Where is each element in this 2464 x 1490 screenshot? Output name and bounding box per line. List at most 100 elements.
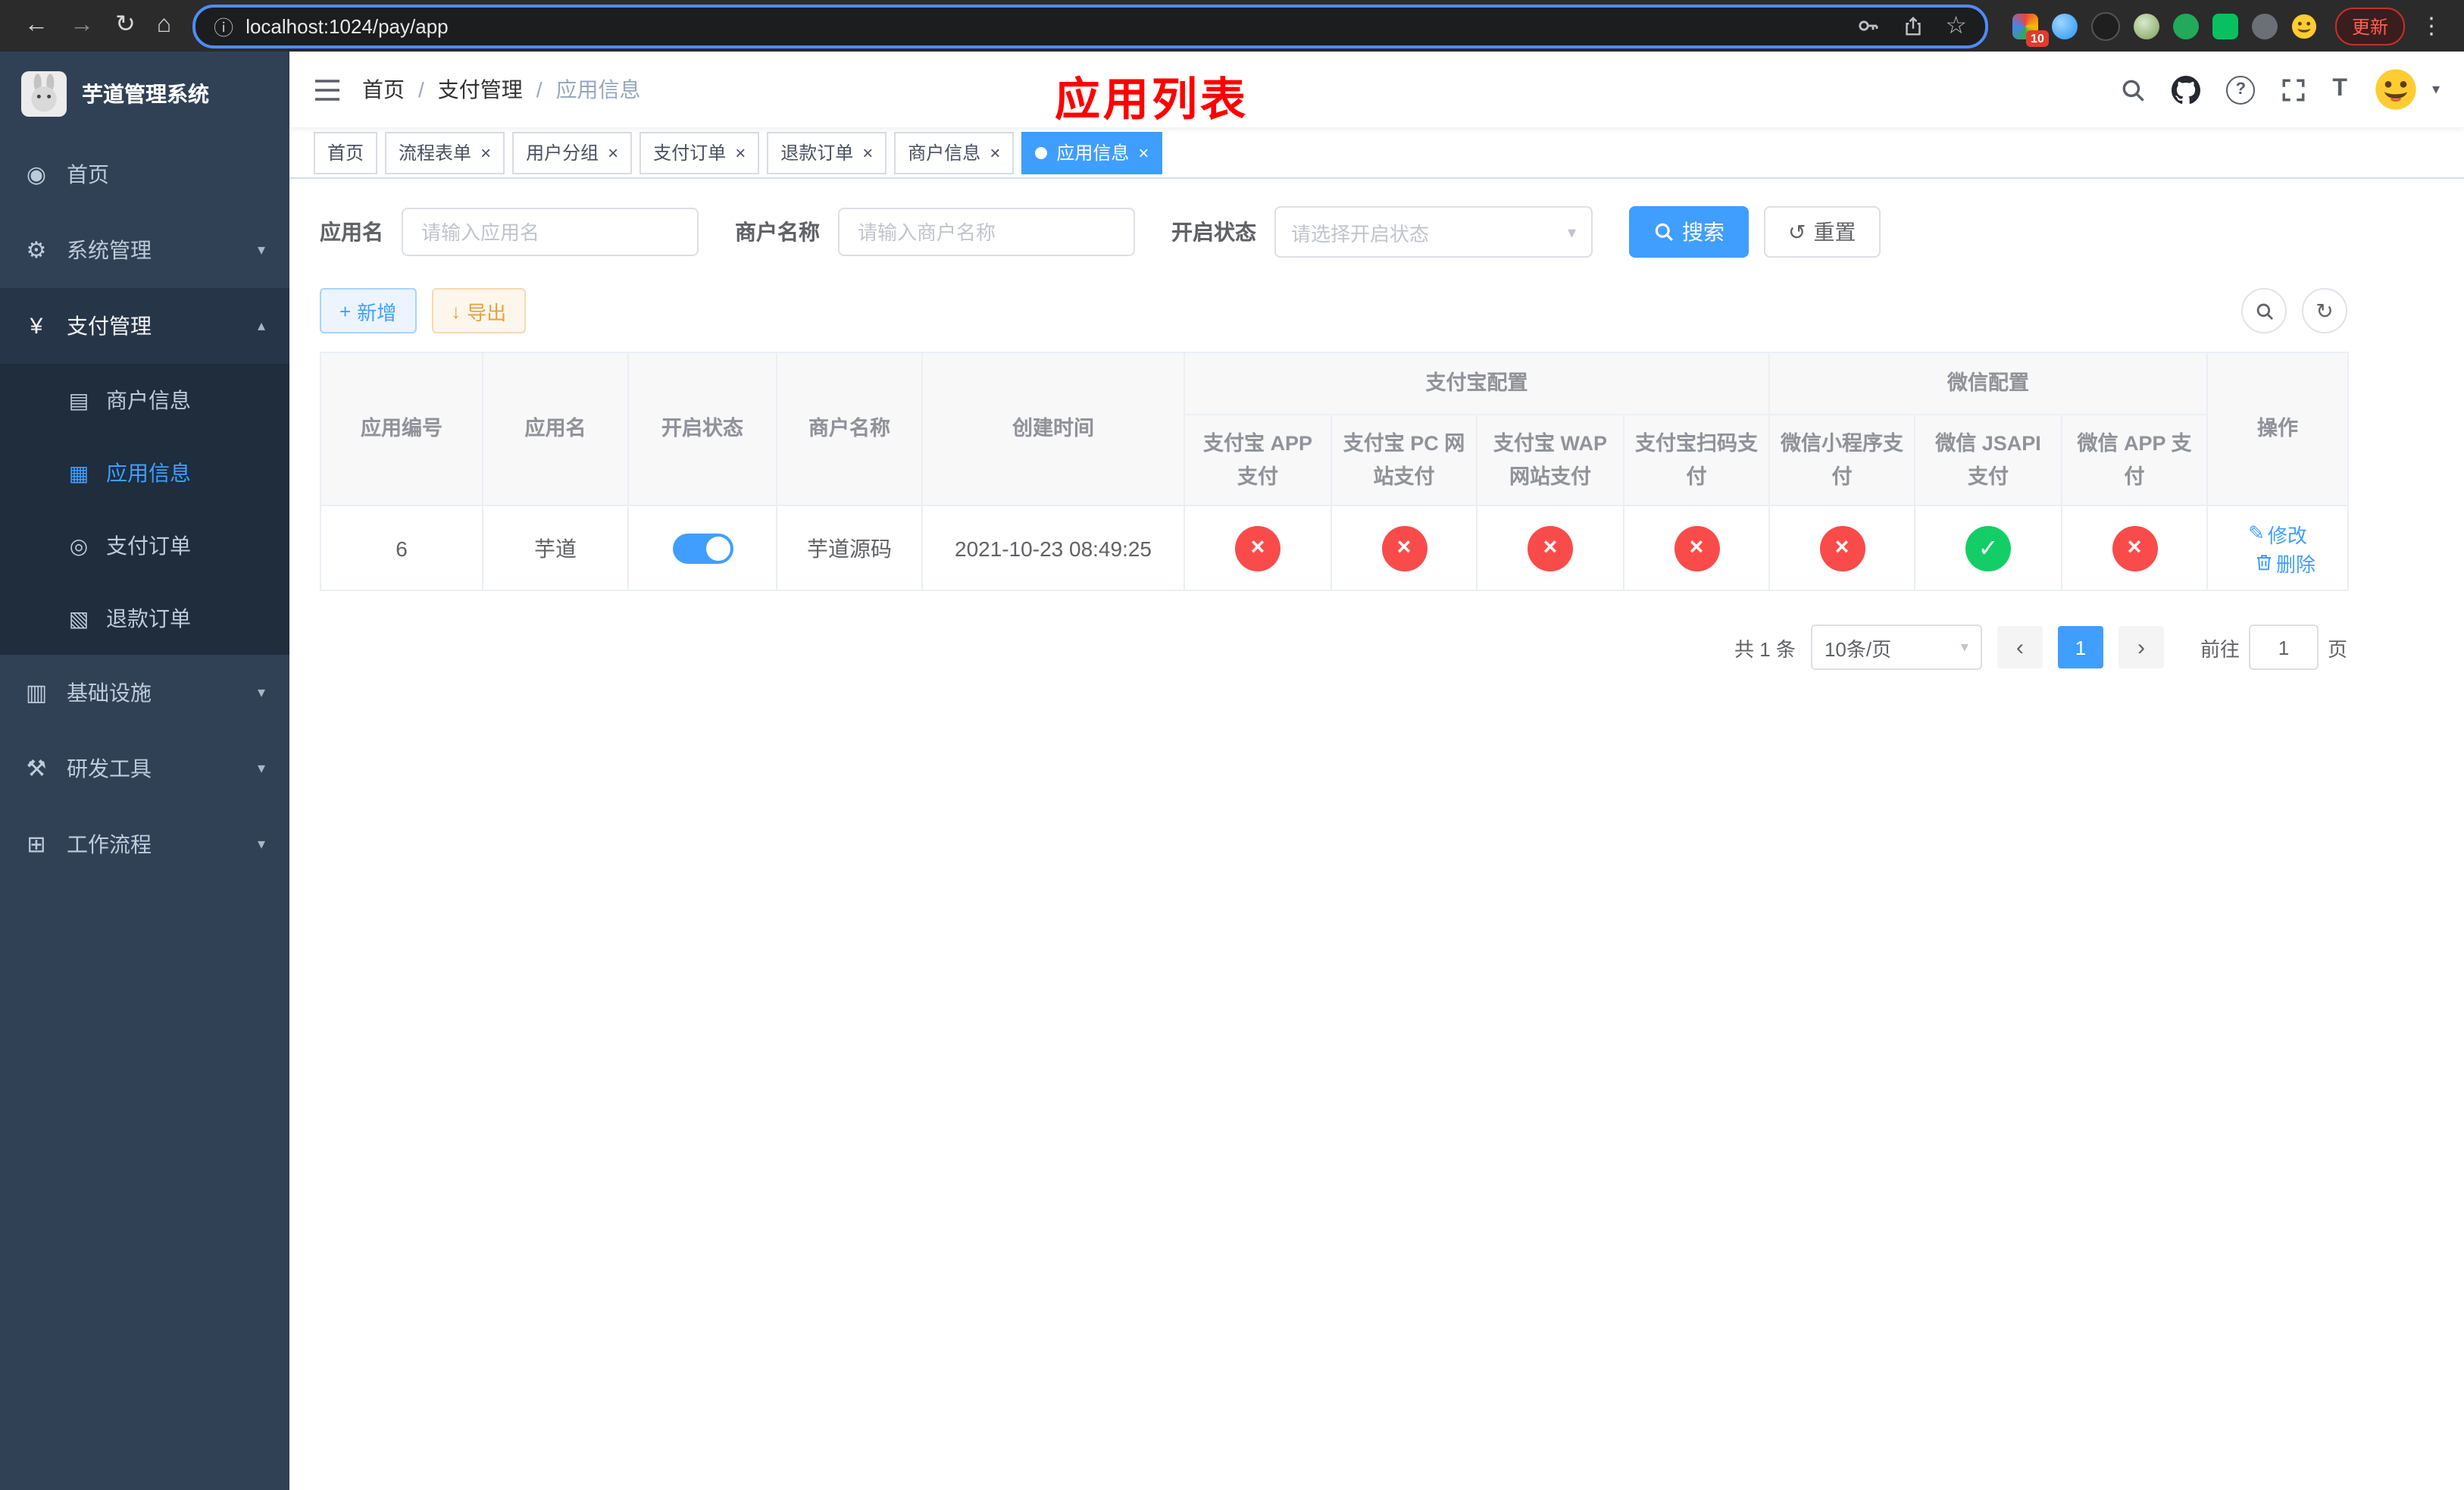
extension-colorful-icon[interactable]: 10	[2012, 13, 2049, 46]
tab-process-form[interactable]: 流程表单 ×	[385, 131, 505, 174]
cell-app-name: 芋道	[482, 505, 629, 592]
tab-refund-orders[interactable]: 退款订单 ×	[767, 131, 887, 174]
password-key-icon[interactable]	[1856, 14, 1880, 38]
chevron-down-icon: ▾	[257, 760, 265, 777]
sidebar-item-infrastructure[interactable]: ▥ 基础设施 ▾	[0, 655, 289, 731]
order-icon: ◎	[69, 533, 89, 557]
reset-button[interactable]: ↺ 重置	[1764, 206, 1881, 258]
tab-close-icon[interactable]: ×	[480, 143, 491, 161]
fullscreen-icon[interactable]	[2281, 77, 2306, 102]
trash-icon	[2257, 555, 2271, 571]
add-button[interactable]: + 新增	[320, 288, 417, 333]
sidebar-item-home[interactable]: ◉ 首页	[0, 136, 289, 212]
sidebar-item-workflow[interactable]: ⊞ 工作流程 ▾	[0, 806, 289, 882]
sidebar-item-app-info[interactable]: ▦ 应用信息	[0, 437, 289, 509]
group-header-alipay: 支付宝配置	[1184, 352, 1770, 415]
col-header-wx-mini: 微信小程序支付	[1768, 413, 1915, 507]
page-size-select[interactable]: 10条/页 ▾	[1810, 624, 1982, 671]
extension-wechat-icon[interactable]	[2212, 13, 2238, 39]
next-page-button[interactable]: ›	[2118, 626, 2164, 669]
tab-close-icon[interactable]: ×	[862, 143, 873, 161]
bookmark-star-icon[interactable]: ☆	[1945, 11, 1967, 41]
dashboard-icon: ◉	[26, 162, 47, 188]
sidebar-item-pay-orders[interactable]: ◎ 支付订单	[0, 509, 289, 582]
breadcrumb-payment[interactable]: 支付管理	[438, 74, 523, 105]
browser-reload-icon[interactable]: ↻	[115, 13, 136, 38]
browser-menu-icon[interactable]: ⋮	[2414, 12, 2449, 39]
tab-merchant-info[interactable]: 商户信息 ×	[894, 131, 1015, 174]
search-icon[interactable]	[2120, 77, 2146, 102]
font-size-icon[interactable]: T	[2332, 76, 2347, 103]
export-button-label: 导出	[467, 301, 507, 324]
caret-down-icon[interactable]: ▾	[2432, 81, 2440, 98]
tab-label: 用户分组	[526, 142, 599, 164]
hamburger-icon[interactable]	[314, 78, 341, 101]
delete-button[interactable]: 删除	[2255, 548, 2315, 577]
cell-alipay-app: ×	[1184, 505, 1332, 592]
sidebar-item-dev-tools[interactable]: ⚒ 研发工具 ▾	[0, 731, 289, 806]
browser-forward-icon[interactable]: →	[70, 13, 94, 38]
apps-table: 应用编号 应用名 开启状态 商户名称 创建时间 支付宝配置 微信配置 操作 支付…	[320, 351, 2350, 592]
search-button[interactable]: 搜索	[1629, 206, 1749, 258]
browser-home-icon[interactable]: ⌂	[157, 13, 171, 38]
tab-close-icon[interactable]: ×	[990, 143, 1000, 161]
sidebar-item-label: 商户信息	[106, 388, 191, 412]
breadcrumb-separator: /	[418, 77, 424, 102]
tab-close-icon[interactable]: ×	[1138, 143, 1149, 161]
col-header-merchant: 商户名称	[776, 351, 923, 507]
cell-actions: ✎ 修改 删除	[2206, 505, 2350, 592]
top-navbar: 首页 / 支付管理 / 应用信息 应用列表 ? T ▾	[289, 52, 2464, 127]
page-number-button[interactable]: 1	[2057, 626, 2103, 669]
sidebar-item-label: 支付管理	[67, 314, 152, 338]
goto-label: 前往	[2200, 637, 2240, 661]
address-bar-actions: ☆	[1856, 11, 1967, 41]
group-header-wechat: 微信配置	[1768, 352, 2209, 415]
tab-pay-orders[interactable]: 支付订单 ×	[639, 131, 760, 174]
prev-page-button[interactable]: ‹	[1997, 626, 2043, 669]
breadcrumb-home[interactable]: 首页	[362, 74, 405, 105]
col-header-alipay-qr: 支付宝扫码支付	[1623, 413, 1770, 507]
app-name-input[interactable]	[402, 208, 699, 256]
tab-close-icon[interactable]: ×	[735, 143, 746, 161]
toolbar-right-actions: ↻	[2241, 288, 2347, 333]
extension-green-circle-icon[interactable]	[2172, 13, 2199, 39]
cell-wx-app: ×	[2060, 505, 2209, 592]
help-icon[interactable]: ?	[2226, 75, 2256, 104]
share-icon[interactable]	[1901, 14, 1924, 37]
browser-back-icon[interactable]: ←	[24, 13, 48, 38]
app-title: 芋道管理系统	[82, 82, 209, 106]
user-avatar[interactable]	[2372, 67, 2419, 112]
sidebar-item-merchant-info[interactable]: ▤ 商户信息	[0, 364, 289, 437]
toggle-search-icon[interactable]	[2241, 288, 2287, 333]
extension-puzzle-icon[interactable]	[2251, 13, 2278, 39]
col-header-app-name: 应用名	[482, 351, 629, 507]
refresh-icon[interactable]: ↻	[2302, 288, 2347, 333]
browser-update-button[interactable]: 更新	[2334, 7, 2405, 45]
tab-app-info[interactable]: 应用信息 ×	[1021, 131, 1163, 174]
goto-page-input[interactable]	[2248, 624, 2319, 671]
status-select[interactable]: 请选择开启状态 ▾	[1274, 206, 1593, 258]
col-header-wx-app: 微信 APP 支付	[2060, 413, 2209, 507]
main-area: 首页 / 支付管理 / 应用信息 应用列表 ? T ▾ 首页 流程表单 × 用户…	[289, 52, 2464, 1490]
extension-avatar-icon[interactable]	[2133, 13, 2159, 39]
profile-emoji-icon[interactable]	[2291, 13, 2317, 39]
goto-page: 前往 页	[2200, 624, 2347, 671]
status-toggle[interactable]	[672, 533, 733, 564]
sidebar-item-payment[interactable]: ¥ 支付管理 ▴	[0, 288, 289, 364]
tab-user-group[interactable]: 用户分组 ×	[512, 131, 633, 174]
merchant-name-input[interactable]	[838, 208, 1135, 256]
site-info-icon[interactable]: ⓘ	[214, 11, 233, 40]
extension-drop-icon[interactable]	[2051, 13, 2078, 39]
chevron-down-icon: ▾	[257, 242, 265, 258]
tab-close-icon[interactable]: ×	[608, 143, 618, 161]
sidebar-item-system[interactable]: ⚙ 系统管理 ▾	[0, 212, 289, 288]
sidebar-item-refund-orders[interactable]: ▧ 退款订单	[0, 582, 289, 655]
extension-dark-icon[interactable]	[2090, 11, 2120, 40]
github-icon[interactable]	[2172, 75, 2201, 104]
config-status-icon: ×	[1235, 525, 1280, 571]
address-bar[interactable]: ⓘ localhost:1024/pay/app ☆	[192, 4, 1988, 48]
tab-home[interactable]: 首页	[314, 131, 378, 174]
edit-button[interactable]: ✎ 修改	[2248, 519, 2307, 548]
export-button[interactable]: ↓ 导出	[431, 288, 527, 333]
server-icon: ▥	[25, 681, 48, 706]
